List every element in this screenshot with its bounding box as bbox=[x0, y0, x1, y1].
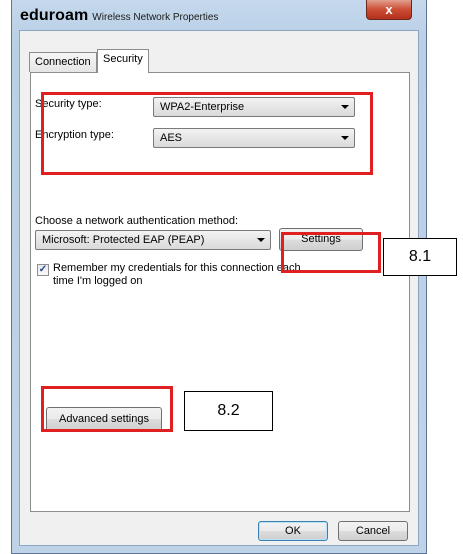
callout-step-8-1: 8.1 bbox=[383, 238, 457, 276]
auth-method-label: Choose a network authentication method: bbox=[35, 215, 239, 227]
remember-credentials-label-line1: Remember my credentials for this connect… bbox=[53, 262, 301, 274]
window-title-subtitle: Wireless Network Properties bbox=[92, 12, 219, 23]
checkmark-icon: ✓ bbox=[38, 264, 48, 275]
close-icon: x bbox=[385, 2, 393, 17]
ok-button[interactable]: OK bbox=[258, 521, 328, 541]
auth-method-value: Microsoft: Protected EAP (PEAP) bbox=[42, 234, 205, 246]
remember-credentials-label-line2: time I'm logged on bbox=[53, 275, 143, 287]
window-title-network: eduroam bbox=[20, 7, 89, 24]
auth-method-dropdown[interactable]: Microsoft: Protected EAP (PEAP) bbox=[35, 230, 271, 250]
cancel-button[interactable]: Cancel bbox=[338, 521, 408, 541]
highlight-settings-button bbox=[281, 232, 381, 273]
window-title: eduroam Wireless Network Properties bbox=[20, 7, 218, 25]
highlight-security-types bbox=[41, 92, 373, 175]
chevron-down-icon bbox=[257, 238, 265, 242]
tab-connection[interactable]: Connection bbox=[29, 52, 97, 72]
close-button[interactable]: x bbox=[366, 0, 412, 20]
callout-step-8-2: 8.2 bbox=[184, 391, 273, 431]
tab-security[interactable]: Security bbox=[97, 49, 149, 73]
highlight-advanced-settings bbox=[41, 386, 173, 432]
remember-credentials-checkbox[interactable]: ✓ bbox=[37, 264, 49, 276]
properties-window: eduroam Wireless Network Properties x Con… bbox=[11, 0, 427, 554]
